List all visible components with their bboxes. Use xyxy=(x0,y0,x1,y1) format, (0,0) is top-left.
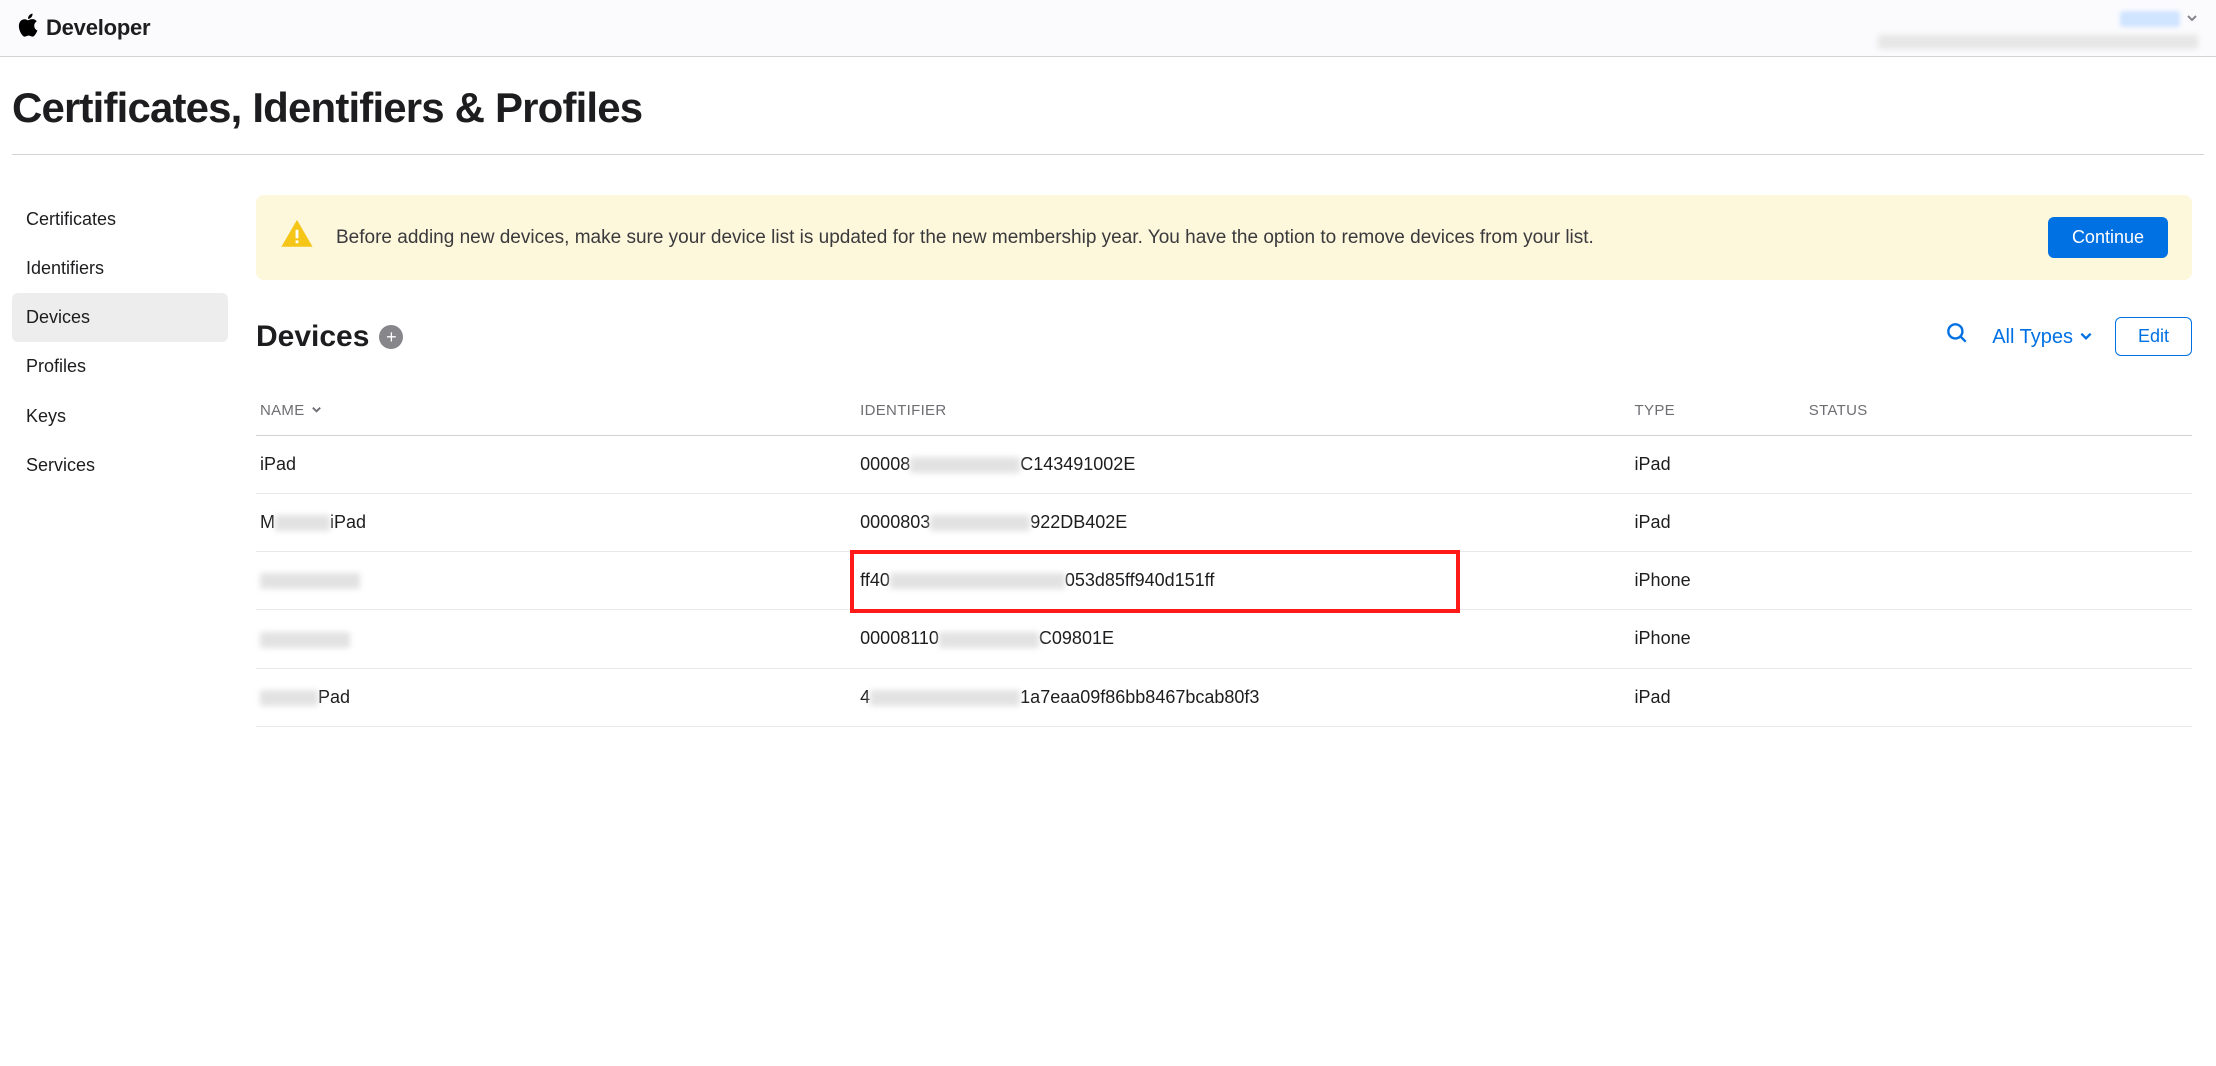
sidebar-item-profiles[interactable]: Profiles xyxy=(12,342,228,391)
sidebar-item-label: Identifiers xyxy=(26,258,104,278)
sidebar-item-label: Devices xyxy=(26,307,90,327)
cell-name xyxy=(256,610,856,668)
redacted-text xyxy=(930,515,1030,531)
cell-type: iPad xyxy=(1631,668,1805,726)
sidebar: Certificates Identifiers Devices Profile… xyxy=(12,195,228,727)
cell-identifier: 41a7eaa09f86bb8467bcab80f3 xyxy=(856,668,1630,726)
global-header: Developer xyxy=(0,0,2216,57)
search-icon xyxy=(1944,331,1970,350)
account-switcher[interactable] xyxy=(1878,7,2198,49)
sidebar-item-label: Certificates xyxy=(26,209,116,229)
column-label: TYPE xyxy=(1635,402,1675,419)
chevron-down-icon xyxy=(2186,7,2198,31)
cell-status xyxy=(1805,493,2192,551)
table-row[interactable]: 00008110C09801EiPhone xyxy=(256,610,2192,668)
sidebar-item-label: Keys xyxy=(26,406,66,426)
banner-text: Before adding new devices, make sure you… xyxy=(336,223,2026,252)
apple-logo-icon xyxy=(18,13,38,44)
cell-name: iPad xyxy=(256,435,856,493)
redacted-text xyxy=(260,632,350,648)
redacted-text xyxy=(260,690,318,706)
section-header: Devices + All Types xyxy=(256,316,2192,358)
cell-name: Pad xyxy=(256,668,856,726)
cell-name xyxy=(256,552,856,610)
membership-year-banner: Before adding new devices, make sure you… xyxy=(256,195,2192,280)
main-content: Before adding new devices, make sure you… xyxy=(256,195,2204,727)
devices-table: NAME IDENTIFIER TYPE STATUS iPad00008C14… xyxy=(256,386,2192,727)
redacted-text xyxy=(275,515,330,531)
sidebar-item-label: Profiles xyxy=(26,356,86,376)
sidebar-item-certificates[interactable]: Certificates xyxy=(12,195,228,244)
cell-identifier: 00008110C09801E xyxy=(856,610,1630,668)
sidebar-item-devices[interactable]: Devices xyxy=(12,293,228,342)
search-button[interactable] xyxy=(1944,320,1970,353)
plus-icon: + xyxy=(386,328,397,346)
cell-identifier: ff40053d85ff940d151ff xyxy=(856,552,1630,610)
table-header-row: NAME IDENTIFIER TYPE STATUS xyxy=(256,386,2192,436)
brand[interactable]: Developer xyxy=(18,13,150,44)
column-label: NAME xyxy=(260,400,305,421)
type-filter-dropdown[interactable]: All Types xyxy=(1992,323,2093,351)
table-row[interactable]: MiPad0000803922DB402EiPad xyxy=(256,493,2192,551)
table-row[interactable]: ff40053d85ff940d151ffiPhone xyxy=(256,552,2192,610)
column-label: IDENTIFIER xyxy=(860,402,946,419)
sidebar-item-keys[interactable]: Keys xyxy=(12,392,228,441)
cell-status xyxy=(1805,435,2192,493)
column-header-type[interactable]: TYPE xyxy=(1631,386,1805,436)
redacted-text xyxy=(939,632,1039,648)
cell-type: iPhone xyxy=(1631,610,1805,668)
warning-triangle-icon xyxy=(280,217,314,258)
filter-label: All Types xyxy=(1992,323,2073,351)
column-label: STATUS xyxy=(1809,402,1868,419)
add-device-button[interactable]: + xyxy=(379,325,403,349)
table-row[interactable]: Pad41a7eaa09f86bb8467bcab80f3iPad xyxy=(256,668,2192,726)
cell-identifier: 00008C143491002E xyxy=(856,435,1630,493)
section-title: Devices xyxy=(256,316,369,358)
chevron-down-icon xyxy=(2079,323,2093,351)
column-header-name[interactable]: NAME xyxy=(260,400,322,421)
cell-type: iPad xyxy=(1631,493,1805,551)
page-title: Certificates, Identifiers & Profiles xyxy=(12,57,2204,155)
account-name-redacted xyxy=(2120,11,2180,27)
redacted-text xyxy=(870,690,1020,706)
cell-type: iPad xyxy=(1631,435,1805,493)
chevron-down-icon xyxy=(311,400,322,421)
column-header-status[interactable]: STATUS xyxy=(1805,386,2192,436)
sidebar-item-services[interactable]: Services xyxy=(12,441,228,490)
account-team-redacted xyxy=(1878,35,2198,49)
edit-button[interactable]: Edit xyxy=(2115,317,2192,356)
redacted-text xyxy=(910,457,1020,473)
redacted-text xyxy=(260,573,360,589)
column-header-identifier[interactable]: IDENTIFIER xyxy=(856,386,1630,436)
brand-text: Developer xyxy=(46,13,150,44)
cell-identifier: 0000803922DB402E xyxy=(856,493,1630,551)
table-row[interactable]: iPad00008C143491002EiPad xyxy=(256,435,2192,493)
redacted-text xyxy=(890,573,1065,589)
sidebar-item-identifiers[interactable]: Identifiers xyxy=(12,244,228,293)
sidebar-item-label: Services xyxy=(26,455,95,475)
continue-button[interactable]: Continue xyxy=(2048,217,2168,258)
cell-name: MiPad xyxy=(256,493,856,551)
cell-type: iPhone xyxy=(1631,552,1805,610)
cell-status xyxy=(1805,668,2192,726)
cell-status xyxy=(1805,610,2192,668)
cell-status xyxy=(1805,552,2192,610)
